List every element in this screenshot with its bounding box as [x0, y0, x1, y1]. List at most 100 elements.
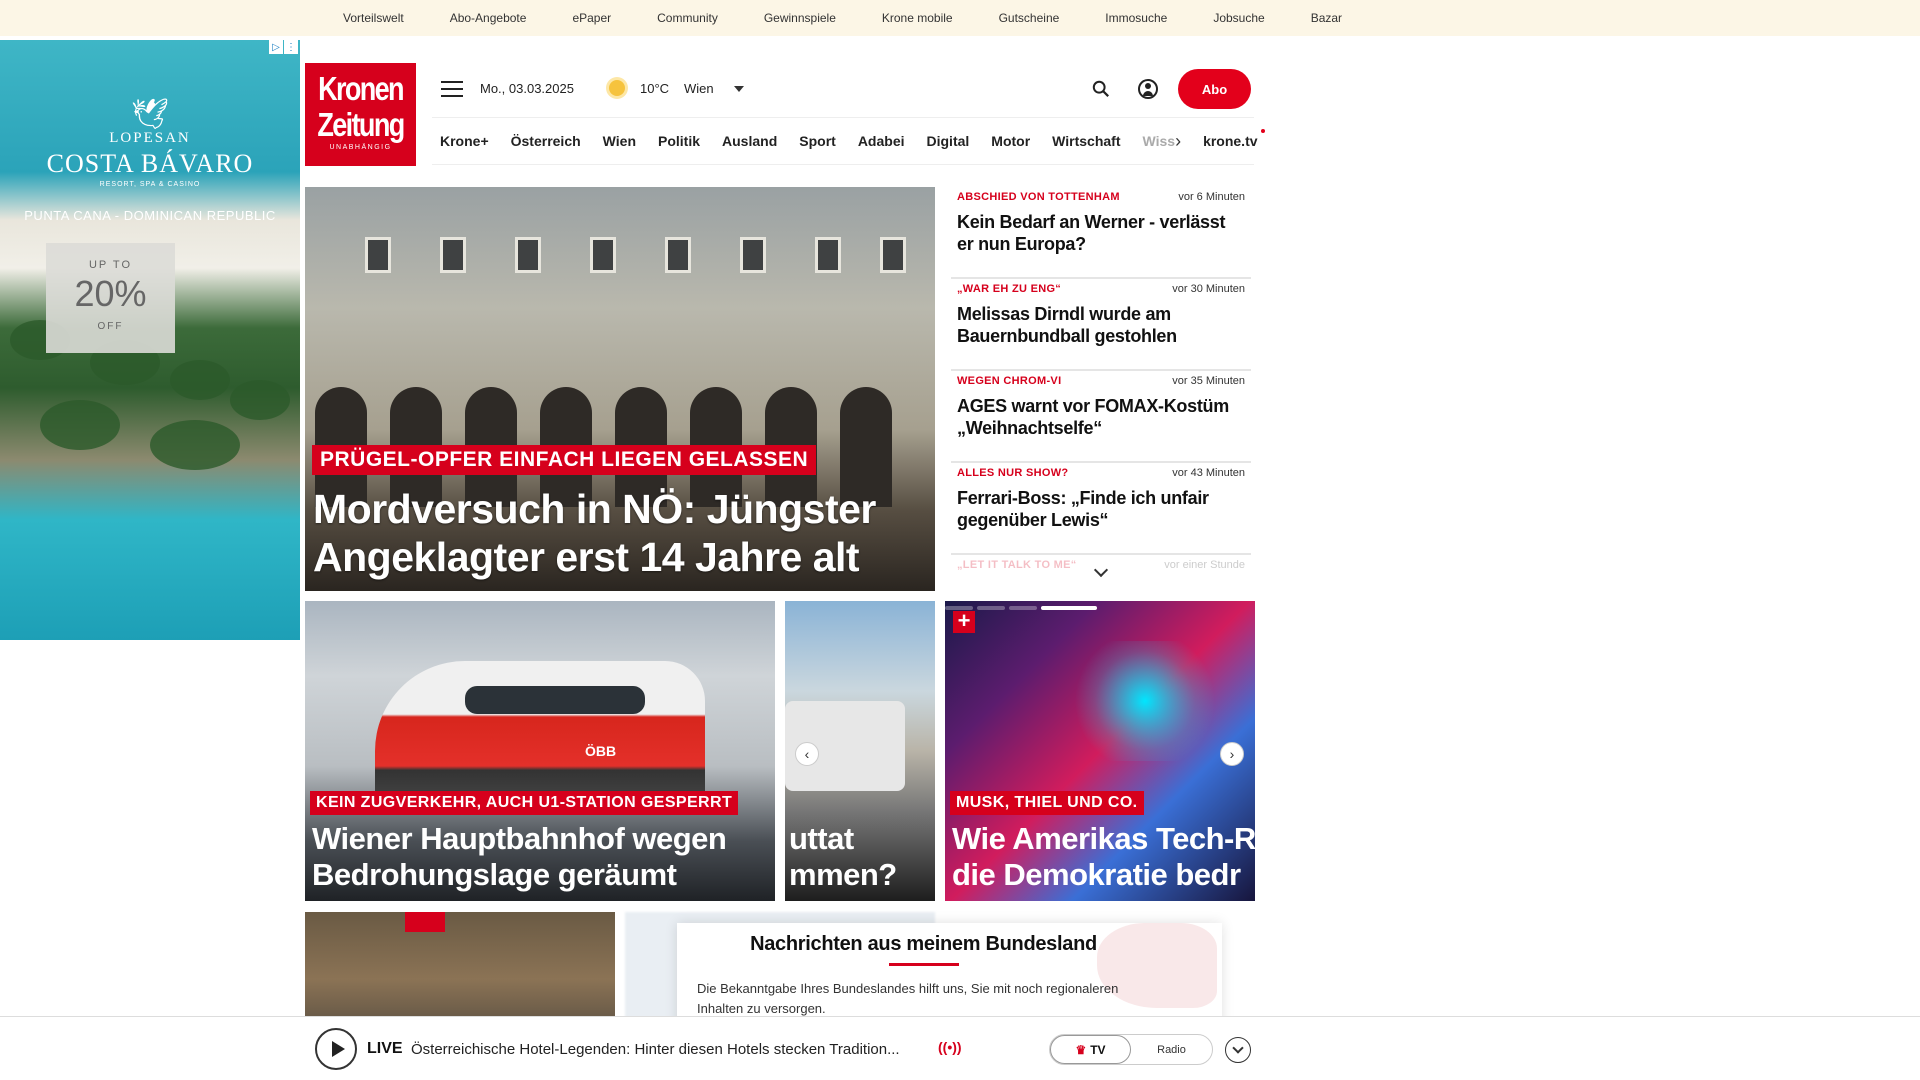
ad-palm-shape	[170, 360, 230, 400]
hero-image-window	[590, 237, 616, 273]
sidebar-advertisement[interactable]: ▷ ⋮ 🕊 LOPESAN COSTA BÁVARO RESORT, SPA &…	[0, 40, 300, 640]
circuit-image	[1065, 641, 1225, 761]
toplink-krone-mobile[interactable]: Krone mobile	[882, 11, 953, 25]
news-item[interactable]: ABSCHIED VON TOTTENHAM vor 6 Minuten Kei…	[951, 187, 1251, 279]
collapse-chevron-icon[interactable]	[1225, 1037, 1251, 1063]
nav-item-sport[interactable]: Sport	[799, 133, 836, 149]
card-title-line: uttat	[789, 821, 854, 856]
hero-kicker: PRÜGEL-OPFER EINFACH LIEGEN GELASSEN	[312, 445, 817, 475]
ad-promo-top: UP TO	[88, 259, 133, 271]
toplink-community[interactable]: Community	[657, 11, 718, 25]
card-title[interactable]: Wie Amerikas Tech-R die Demokratie bedr	[952, 821, 1255, 893]
card-title[interactable]: uttat mmen?	[789, 821, 897, 893]
carousel-prev-icon[interactable]: ‹	[795, 742, 819, 766]
toplink-gutscheine[interactable]: Gutscheine	[999, 11, 1060, 25]
nav-item-krone-plus[interactable]: Krone+	[440, 133, 489, 149]
top-link-bar: Vorteilswelt Abo-Angebote ePaper Communi…	[0, 0, 1920, 36]
toplink-vorteilswelt[interactable]: Vorteilswelt	[343, 11, 404, 25]
hero-image-window	[365, 237, 391, 273]
hero-image-window	[515, 237, 541, 273]
ad-choices-icon[interactable]: ▷	[269, 40, 283, 54]
site-logo[interactable]: Kronen Zeitung UNABHÄNGIG	[305, 63, 416, 166]
tv-radio-toggle[interactable]: ♛ TV Radio	[1049, 1034, 1213, 1065]
news-item[interactable]: WEGEN CHROM-VI vor 35 Minuten AGES warnt…	[951, 371, 1251, 463]
news-time: vor 30 Minuten	[1172, 283, 1245, 295]
ad-brand: 🕊 LOPESAN COSTA BÁVARO RESORT, SPA & CAS…	[0, 100, 300, 189]
article-card[interactable]: ÖBB KEIN ZUGVERKEHR, AUCH U1-STATION GES…	[305, 601, 775, 901]
hero-article[interactable]: PRÜGEL-OPFER EINFACH LIEGEN GELASSEN Mor…	[305, 187, 935, 591]
chevron-right-icon[interactable]: ›	[1175, 131, 1181, 152]
news-time: vor 43 Minuten	[1172, 467, 1245, 479]
live-player-bar: LIVE Österreichische Hotel-Legenden: Hin…	[0, 1016, 1920, 1080]
news-time: vor 6 Minuten	[1178, 191, 1245, 203]
user-account-icon[interactable]	[1138, 79, 1158, 99]
hero-image-window	[665, 237, 691, 273]
ad-choices[interactable]: ▷ ⋮	[269, 40, 298, 54]
ad-palm-shape	[150, 420, 240, 470]
toplink-bazar[interactable]: Bazar	[1311, 11, 1342, 25]
play-icon[interactable]	[315, 1028, 357, 1070]
live-title[interactable]: Österreichische Hotel-Legenden: Hinter d…	[411, 1041, 900, 1058]
abo-button[interactable]: Abo	[1178, 69, 1251, 109]
article-card-carousel[interactable]: + MUSK, THIEL UND CO. Wie Amerikas Tech-…	[945, 601, 1255, 901]
train-window	[465, 686, 645, 714]
card-kicker: KEIN ZUGVERKEHR, AUCH U1-STATION GESPERR…	[310, 791, 739, 815]
nav-item-politik[interactable]: Politik	[658, 133, 700, 149]
tv-label: TV	[1090, 1042, 1106, 1057]
ad-location: PUNTA CANA - DOMINICAN REPUBLIC	[24, 208, 276, 223]
news-item[interactable]: „WAR EH ZU ENG“ vor 30 Minuten Melissas …	[951, 279, 1251, 371]
nav-item-krone-tv[interactable]: krone.tv	[1203, 129, 1266, 149]
ad-promo-bottom: OFF	[97, 321, 124, 332]
carousel-dot-active[interactable]	[1041, 606, 1097, 610]
latest-news-list: ABSCHIED VON TOTTENHAM vor 6 Minuten Kei…	[951, 187, 1251, 579]
card-title-line: Wie Amerikas Tech-R	[952, 821, 1255, 856]
news-title[interactable]: Kein Bedarf an Werner - verlässt er nun …	[957, 211, 1245, 255]
carousel-next-icon[interactable]: ›	[1220, 742, 1244, 766]
weather-city-select[interactable]: Wien	[684, 81, 714, 96]
news-item[interactable]: ALLES NUR SHOW? vor 43 Minuten Ferrari-B…	[951, 463, 1251, 555]
ad-palm-shape	[230, 380, 290, 420]
carousel-dot[interactable]	[945, 606, 973, 610]
toplink-immosuche[interactable]: Immosuche	[1105, 11, 1167, 25]
news-time: vor 35 Minuten	[1172, 375, 1245, 387]
card-title-line: die Demokratie bedr	[952, 857, 1241, 892]
toplink-jobsuche[interactable]: Jobsuche	[1213, 11, 1264, 25]
chevron-down-icon[interactable]	[734, 86, 744, 92]
ad-promo-box: UP TO 20% OFF	[46, 243, 175, 353]
nav-item-digital[interactable]: Digital	[927, 133, 970, 149]
news-title[interactable]: Ferrari-Boss: „Finde ich unfair gegenübe…	[957, 487, 1245, 531]
toplink-epaper[interactable]: ePaper	[572, 11, 611, 25]
card-kicker: MUSK, THIEL UND CO.	[950, 791, 1144, 815]
nav-item-motor[interactable]: Motor	[991, 133, 1030, 149]
region-panel-text: Die Bekanntgabe Ihres Bundeslandes hilft…	[697, 981, 1119, 1016]
toplink-abo-angebote[interactable]: Abo-Angebote	[450, 11, 527, 25]
hamburger-menu-icon[interactable]	[441, 81, 463, 97]
radio-toggle-button[interactable]: Radio	[1131, 1035, 1212, 1064]
carousel-indicators	[945, 606, 1097, 610]
ad-close-icon[interactable]: ⋮	[284, 40, 298, 54]
card-title[interactable]: Wiener Hauptbahnhof wegen Bedrohungslage…	[312, 821, 762, 893]
title-underline	[889, 963, 959, 966]
news-title[interactable]: Melissas Dirndl wurde am Bauernbundball …	[957, 303, 1245, 347]
carousel-dot[interactable]	[1009, 606, 1037, 610]
toplink-gewinnspiele[interactable]: Gewinnspiele	[764, 11, 836, 25]
news-title[interactable]: AGES warnt vor FOMAX-Kostüm „Weihnachtse…	[957, 395, 1245, 439]
nav-item-oesterreich[interactable]: Österreich	[511, 133, 581, 149]
divider	[0, 1016, 1920, 1017]
train-image: ÖBB	[375, 661, 705, 801]
carousel-dot[interactable]	[977, 606, 1005, 610]
nav-item-wissen[interactable]: Wiss	[1143, 133, 1176, 149]
ad-brand-tagline: RESORT, SPA & CASINO	[99, 181, 201, 188]
logo-line1: Kronen	[318, 70, 405, 107]
search-icon[interactable]	[1092, 80, 1110, 98]
nav-item-ausland[interactable]: Ausland	[722, 133, 777, 149]
nav-item-adabei[interactable]: Adabei	[858, 133, 905, 149]
tv-toggle-button[interactable]: ♛ TV	[1050, 1035, 1132, 1064]
news-time: vor einer Stunde	[1164, 559, 1245, 571]
nav-item-wirtschaft[interactable]: Wirtschaft	[1052, 133, 1120, 149]
crown-icon: ♛	[1075, 1042, 1087, 1057]
logo-subtitle: UNABHÄNGIG	[329, 144, 392, 151]
top-links: Vorteilswelt Abo-Angebote ePaper Communi…	[343, 0, 1388, 36]
hero-headline[interactable]: Mordversuch in NÖ: Jüngster Angeklagter …	[313, 485, 913, 581]
nav-item-wien[interactable]: Wien	[603, 133, 636, 149]
